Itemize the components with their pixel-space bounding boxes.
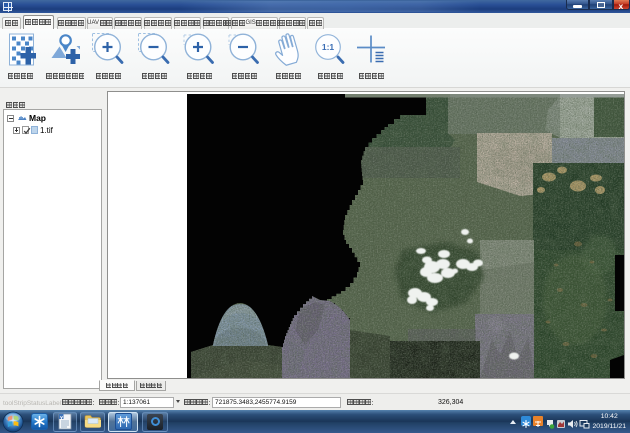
svg-text:1:1: 1:1: [322, 42, 335, 52]
